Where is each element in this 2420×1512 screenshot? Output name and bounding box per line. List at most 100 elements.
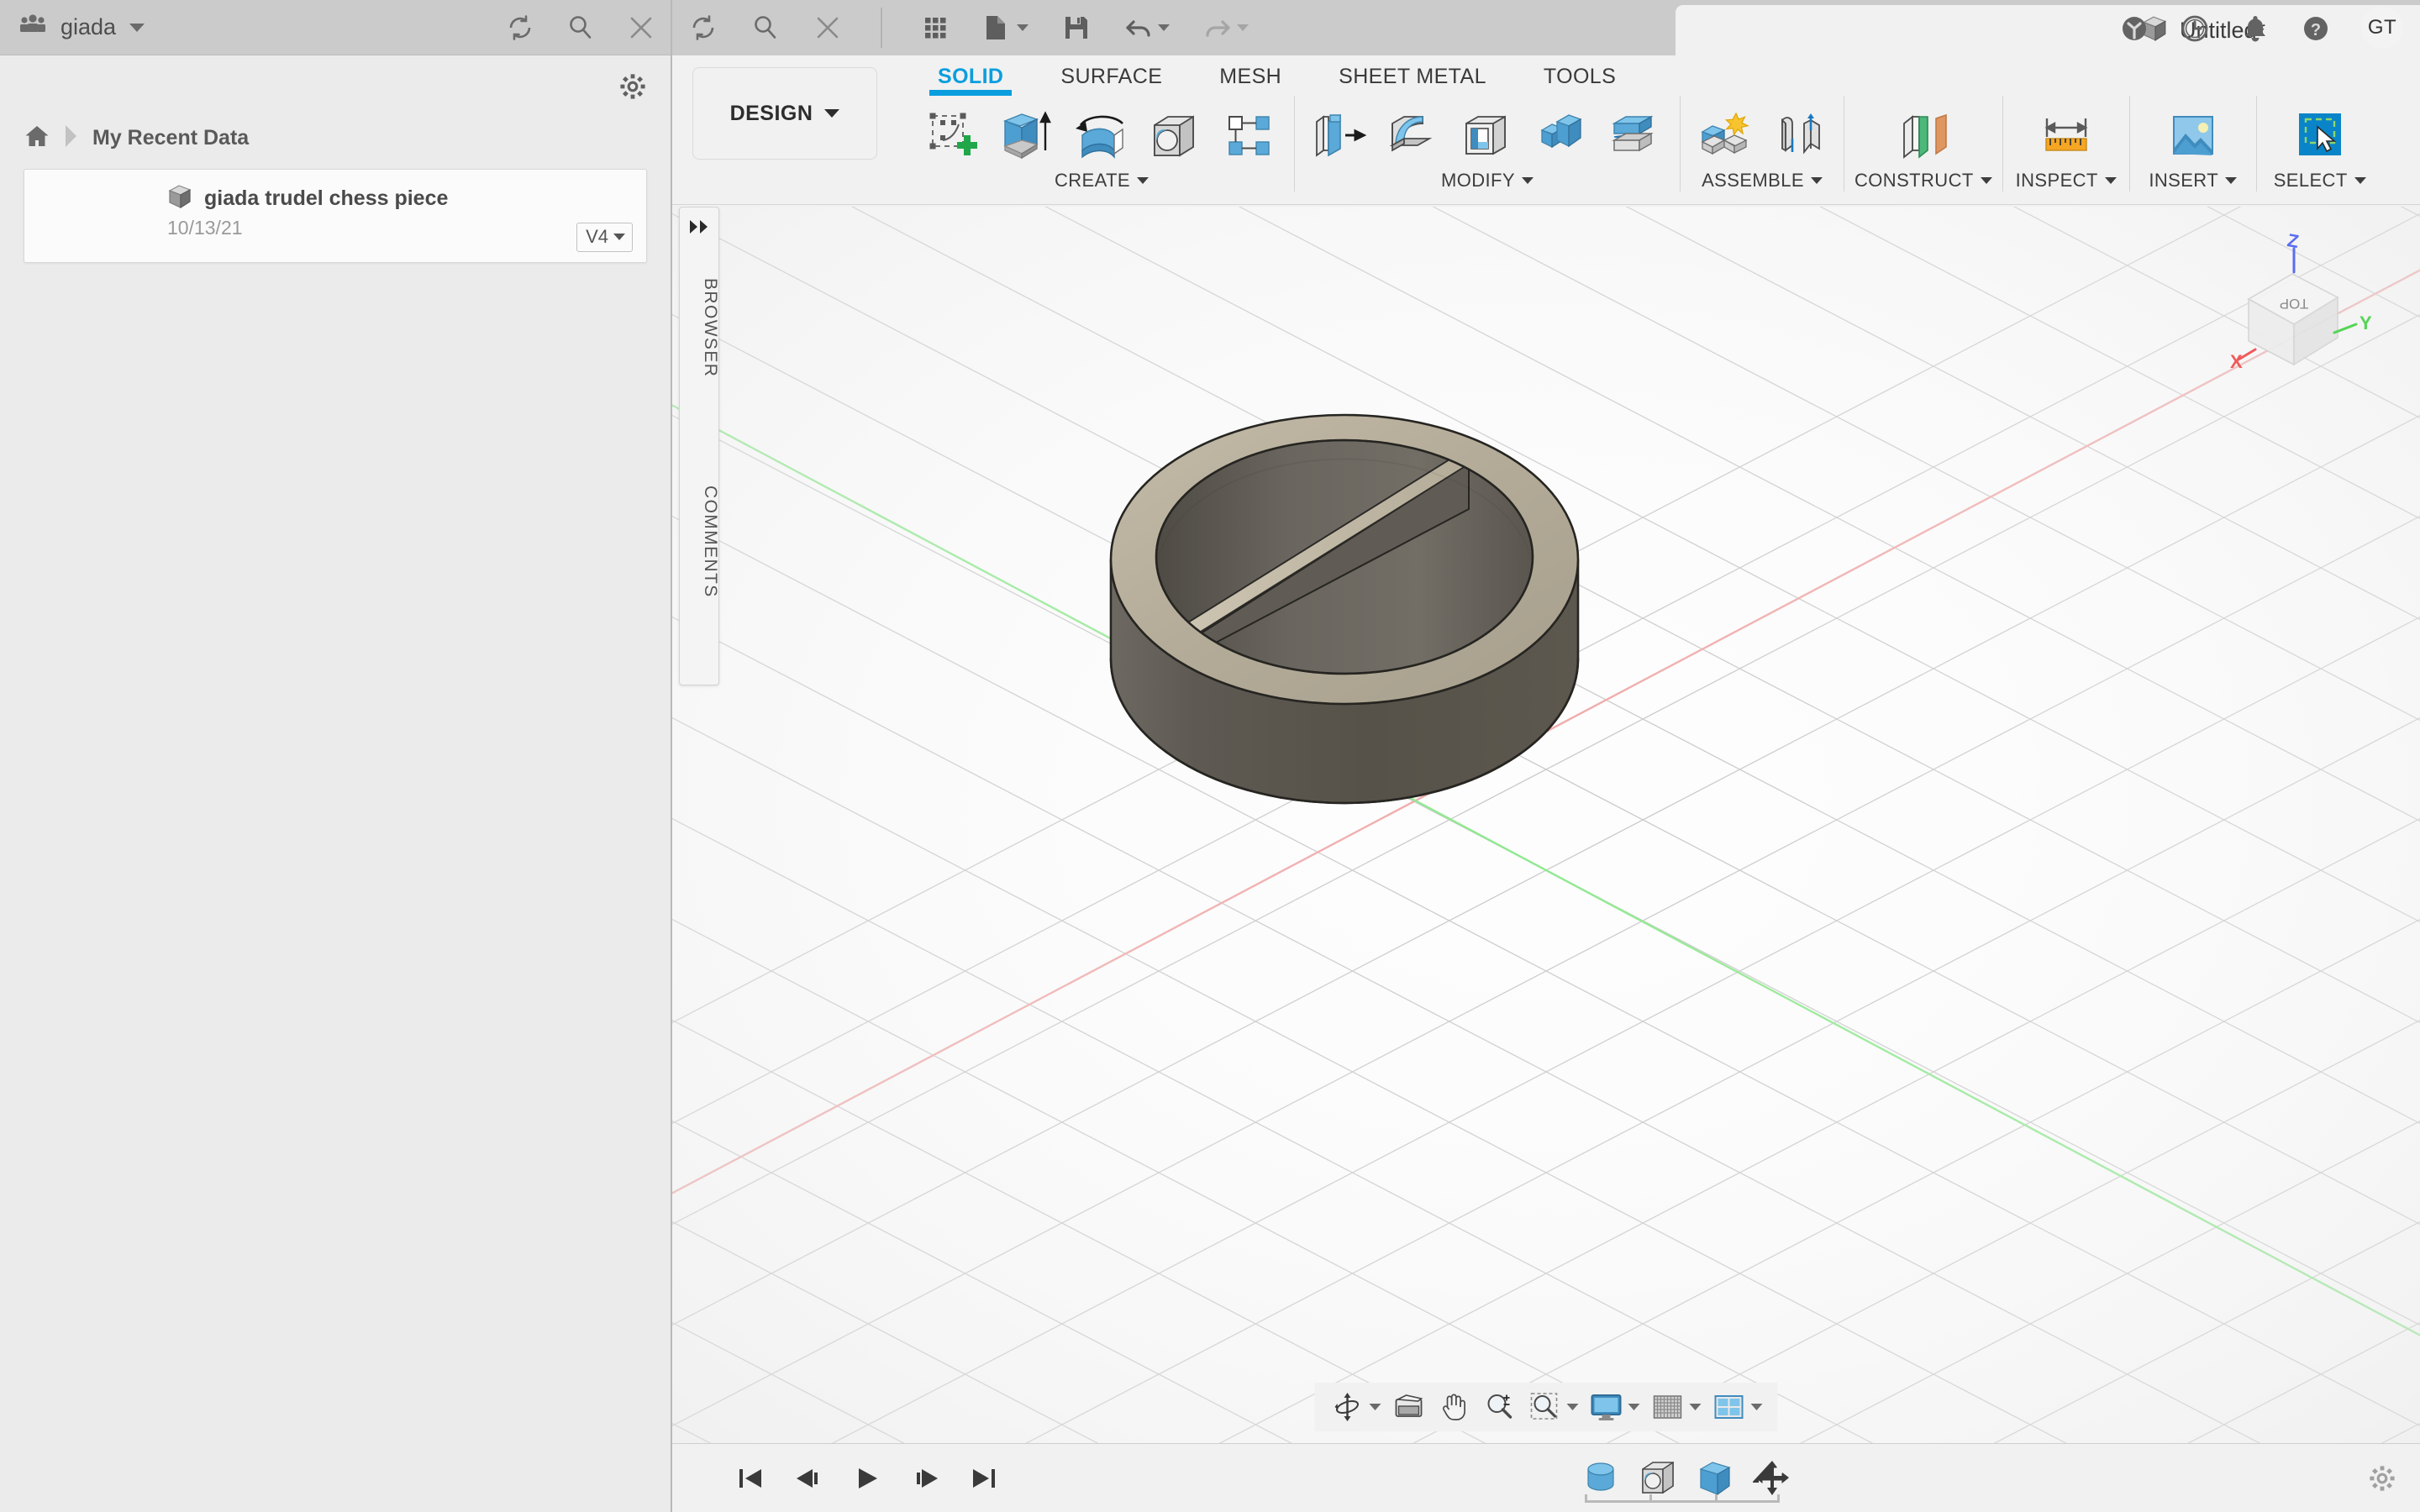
ribbon-group-label[interactable]: SELECT: [2274, 170, 2366, 192]
tab-label: SHEET METAL: [1339, 65, 1486, 88]
refresh-icon[interactable]: [689, 13, 718, 42]
tab-comments[interactable]: COMMENTS: [680, 449, 720, 634]
create-sketch-icon[interactable]: [919, 102, 988, 170]
pan-button[interactable]: [1437, 1389, 1472, 1425]
clock-history-icon[interactable]: [2180, 13, 2208, 42]
chevron-down-icon[interactable]: [1370, 1404, 1381, 1410]
chevron-down-icon[interactable]: [1158, 24, 1170, 31]
tab-mesh[interactable]: MESH: [1191, 65, 1310, 96]
select-window-icon[interactable]: [2286, 102, 2354, 170]
chevron-down-icon[interactable]: [1690, 1404, 1702, 1410]
zoom-window-icon: [1528, 1389, 1563, 1425]
rectangular-pattern-icon[interactable]: [1215, 102, 1284, 170]
ribbon-group-label[interactable]: ASSEMBLE: [1702, 170, 1823, 192]
version-badge[interactable]: V4: [576, 223, 633, 252]
group-label-text: INSERT: [2149, 170, 2218, 192]
file-menu[interactable]: [983, 13, 1028, 42]
ribbon-group-label[interactable]: CREATE: [1055, 170, 1149, 192]
orbit-button[interactable]: [1330, 1389, 1381, 1425]
ribbon-group-inspect: INSPECT: [2002, 96, 2129, 192]
undo-icon[interactable]: [1124, 13, 1153, 42]
look-at-button[interactable]: [1392, 1389, 1427, 1425]
ribbon-group-label[interactable]: MODIFY: [1441, 170, 1534, 192]
ribbon-group-create: CREATE: [909, 96, 1294, 192]
split-body-icon[interactable]: [1601, 102, 1670, 170]
workspace-switcher-button[interactable]: DESIGN: [692, 67, 877, 160]
breadcrumb-label[interactable]: My Recent Data: [92, 126, 249, 150]
new-component-icon[interactable]: [1691, 102, 1760, 170]
home-icon[interactable]: [24, 123, 50, 154]
close-panel-icon[interactable]: [627, 13, 655, 42]
ribbon-group-select: SELECT: [2256, 96, 2383, 192]
chevron-down-icon: [2105, 177, 2117, 184]
go-to-end-icon[interactable]: [970, 1463, 1000, 1494]
search-icon[interactable]: [566, 13, 595, 42]
close-icon[interactable]: [813, 13, 842, 42]
tab-surface[interactable]: SURFACE: [1032, 65, 1191, 96]
joint-icon[interactable]: [1765, 102, 1833, 170]
step-back-icon[interactable]: [793, 1463, 823, 1494]
hole-icon[interactable]: [1141, 102, 1210, 170]
timeline-bracket: [1585, 1494, 1780, 1503]
chevron-down-icon[interactable]: [1751, 1404, 1763, 1410]
view-cube[interactable]: TOP X Y Z: [2200, 225, 2385, 393]
viewport-canvas[interactable]: BROWSER COMMENTS TOP X Y: [672, 207, 2420, 1443]
press-pull-icon[interactable]: [1305, 102, 1374, 170]
double-chevron-right-icon[interactable]: [688, 218, 712, 238]
ribbon-group-label[interactable]: INSPECT: [2016, 170, 2117, 192]
redo-icon[interactable]: [1203, 13, 1232, 42]
step-forward-icon[interactable]: [911, 1463, 941, 1494]
play-icon[interactable]: [852, 1463, 882, 1494]
file-new-icon[interactable]: [983, 13, 1012, 42]
chevron-down-icon[interactable]: [1017, 24, 1028, 31]
zoom-button[interactable]: [1482, 1389, 1518, 1425]
tab-label: SOLID: [938, 65, 1003, 88]
viewports-button[interactable]: [1712, 1389, 1763, 1425]
refresh-icon[interactable]: [506, 13, 534, 42]
extension-icon[interactable]: [2119, 13, 2148, 42]
chevron-down-icon[interactable]: [1567, 1404, 1579, 1410]
tab-tools[interactable]: TOOLS: [1515, 65, 1644, 96]
group-label-text: ASSEMBLE: [1702, 170, 1804, 192]
display-settings-button[interactable]: [1589, 1389, 1640, 1425]
insert-image-icon[interactable]: [2159, 102, 2228, 170]
ribbon-group-label[interactable]: INSERT: [2149, 170, 2237, 192]
bell-notification-icon[interactable]: [2240, 13, 2269, 42]
combine-icon[interactable]: [1527, 102, 1596, 170]
application-bar: Untitled*: [672, 0, 2420, 55]
tab-solid[interactable]: SOLID: [909, 65, 1032, 96]
fillet-icon[interactable]: [1379, 102, 1448, 170]
ribbon-group-label[interactable]: CONSTRUCT: [1854, 170, 1992, 192]
gear-icon[interactable]: [618, 72, 647, 101]
grid-snaps-button[interactable]: [1650, 1389, 1702, 1425]
zoom-window-button[interactable]: [1528, 1389, 1579, 1425]
redo-menu[interactable]: [1203, 13, 1249, 42]
chevron-down-icon[interactable]: [1628, 1404, 1640, 1410]
go-to-beginning-icon[interactable]: [734, 1463, 765, 1494]
cube-document-icon: [167, 183, 192, 214]
extrude-icon[interactable]: [993, 102, 1062, 170]
grid-apps-icon[interactable]: [921, 13, 950, 42]
list-item[interactable]: giada trudel chess piece 10/13/21 V4: [24, 169, 647, 263]
undo-menu[interactable]: [1124, 13, 1170, 42]
avatar[interactable]: GT: [2361, 7, 2403, 49]
offset-plane-icon[interactable]: [1889, 102, 1958, 170]
save-icon[interactable]: [1062, 13, 1091, 42]
version-label: V4: [586, 226, 608, 248]
tab-browser[interactable]: BROWSER: [680, 248, 720, 407]
hub-selector[interactable]: giada: [0, 11, 145, 44]
viewports-icon: [1712, 1389, 1747, 1425]
revolve-icon[interactable]: [1067, 102, 1136, 170]
gear-icon[interactable]: [2368, 1464, 2396, 1493]
ribbon-tab-bar: SOLID SURFACE MESH SHEET METAL TOOLS: [672, 55, 2420, 96]
chevron-down-icon[interactable]: [129, 24, 145, 32]
model-hollow-cylinder-with-rib[interactable]: [1092, 349, 1613, 895]
chevron-down-icon[interactable]: [1237, 24, 1249, 31]
tab-sheet-metal[interactable]: SHEET METAL: [1310, 65, 1515, 96]
shell-icon[interactable]: [1453, 102, 1522, 170]
data-panel: giada: [0, 0, 672, 1512]
measure-ruler-icon[interactable]: [2032, 102, 2101, 170]
help-question-icon[interactable]: ?: [2301, 13, 2329, 42]
search-icon[interactable]: [751, 13, 780, 42]
group-label-text: CREATE: [1055, 170, 1130, 192]
